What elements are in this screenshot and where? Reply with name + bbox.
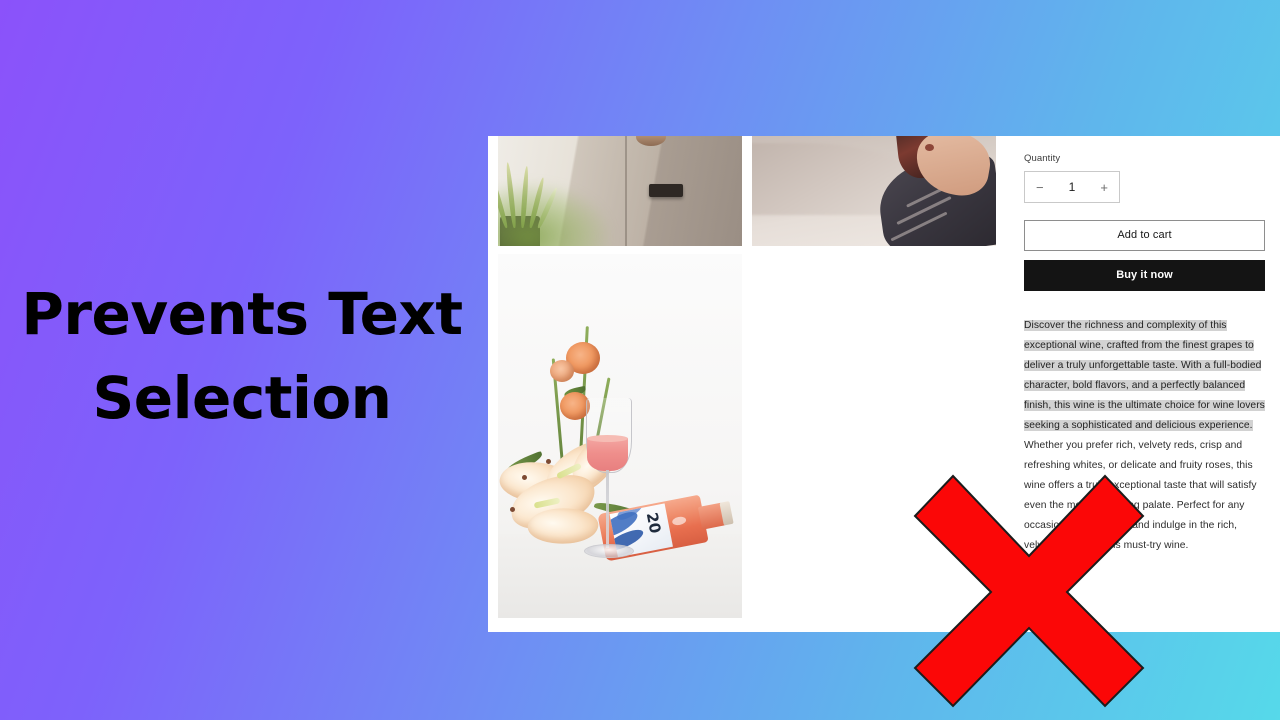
add-to-cart-button[interactable]: Add to cart: [1024, 220, 1265, 251]
quantity-label: Quantity: [1024, 153, 1061, 164]
drawer-slot-handle: [649, 184, 684, 198]
product-page-panel: 20 Quantity − 1 + Add to cart Buy it now…: [488, 136, 1280, 632]
description-selected-text: Discover the richness and complexity of …: [1024, 320, 1265, 431]
lily-anther: [522, 475, 527, 480]
foreground-blurred-foliage: [498, 182, 612, 246]
concrete-edge: [624, 136, 627, 246]
glass-foot: [584, 544, 634, 558]
glass-wine-fill: [587, 438, 628, 471]
lily-anther: [510, 507, 515, 512]
headline-line-2: Selection: [92, 364, 392, 433]
gallery-image-person-holding-wine-glass[interactable]: [752, 136, 996, 246]
x-mark-icon: [905, 468, 1153, 712]
lily-anther: [546, 459, 551, 464]
buy-it-now-button[interactable]: Buy it now: [1024, 260, 1265, 291]
gallery-image-rose-wine-bottle-with-flowers[interactable]: 20: [498, 254, 742, 618]
bottle-label-vintage: 20: [642, 510, 665, 535]
glass-stem: [606, 470, 609, 548]
fingernail: [925, 144, 934, 151]
ranunculus-bloom: [550, 360, 574, 382]
glass-wine-surface: [587, 435, 628, 442]
quantity-input[interactable]: 1: [1059, 180, 1085, 194]
page-title: Prevents Text Selection: [0, 272, 484, 440]
headline-line-1: Prevents Text: [21, 280, 463, 348]
gallery-image-concrete-side-table-with-plant[interactable]: [498, 136, 742, 246]
quantity-increase-button[interactable]: +: [1100, 181, 1108, 194]
quantity-stepper[interactable]: − 1 +: [1024, 171, 1120, 203]
slide-canvas: Prevents Text Selection 20 Quantity − 1 …: [0, 0, 1280, 720]
quantity-decrease-button[interactable]: −: [1036, 181, 1044, 194]
wine-glass: [578, 398, 636, 574]
